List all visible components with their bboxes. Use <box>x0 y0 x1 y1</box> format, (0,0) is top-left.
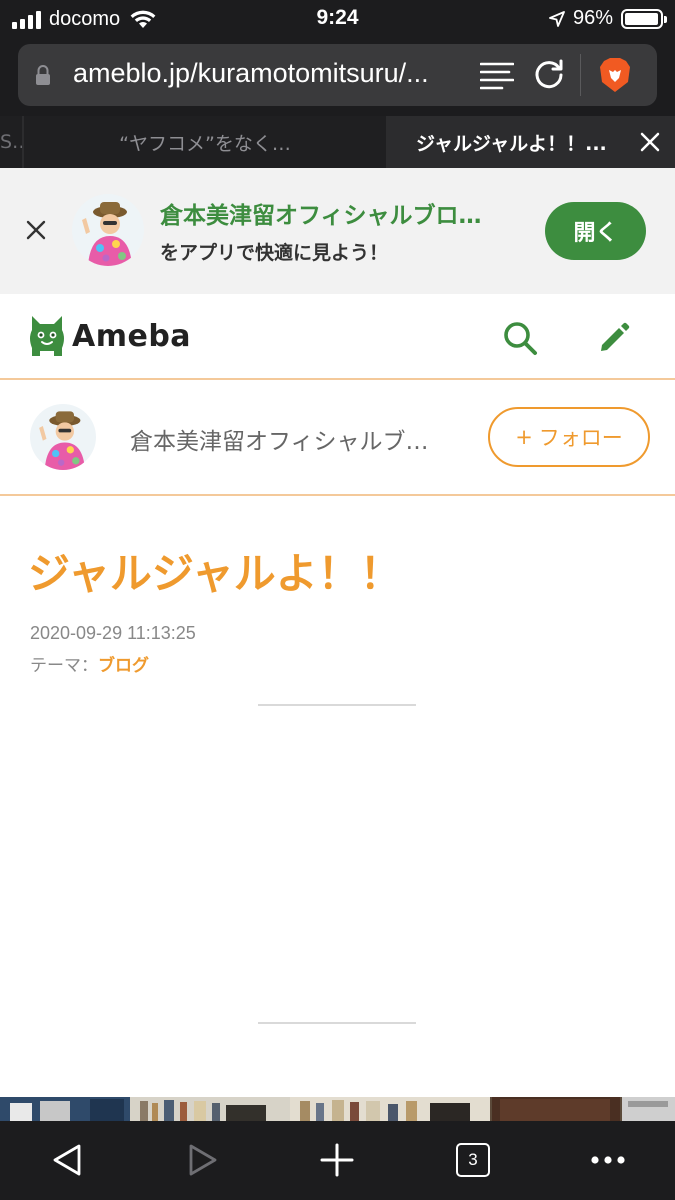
article-photo <box>0 1097 675 1121</box>
browser-toolbar: 3 <box>0 1121 675 1200</box>
blog-avatar <box>72 194 144 266</box>
status-right: 96% <box>549 7 667 30</box>
tab-item[interactable]: S… <box>0 116 22 168</box>
plus-icon: + <box>515 425 533 449</box>
battery-percent: 96% <box>572 7 613 29</box>
open-app-button[interactable]: 開く <box>545 202 646 260</box>
address-bar[interactable]: ameblo.jp/kuramotomitsuru/... <box>18 44 657 106</box>
close-icon[interactable] <box>26 220 46 240</box>
theme-label: テーマ： <box>30 656 98 676</box>
divider <box>258 704 416 706</box>
ameba-logo[interactable]: Ameba <box>28 314 191 358</box>
ameba-logo-icon <box>30 316 64 356</box>
article-theme: テーマ：ブログ <box>30 651 149 676</box>
app-install-banner: 倉本美津留オフィシャルブロ… をアプリで快適に見よう！ 開く <box>0 168 675 294</box>
blog-header: 倉本美津留オフィシャルブ… + フォロー <box>0 380 675 496</box>
follow-label: フォロー <box>538 426 623 450</box>
article-title: ジャルジャルよ！！ <box>28 549 402 598</box>
ameba-logo-text: Ameba <box>72 318 192 354</box>
divider <box>258 1022 416 1024</box>
pencil-icon[interactable] <box>598 322 630 354</box>
blog-name[interactable]: 倉本美津留オフィシャルブ… <box>130 422 460 456</box>
status-bar: docomo 9:24 96% <box>0 0 675 38</box>
lock-icon <box>36 65 50 85</box>
search-icon[interactable] <box>502 320 538 356</box>
theme-link[interactable]: ブログ <box>98 656 149 676</box>
banner-subtitle: をアプリで快適に見よう！ <box>160 242 389 264</box>
url-text[interactable]: ameblo.jp/kuramotomitsuru/... <box>73 58 478 89</box>
back-icon[interactable] <box>52 1143 82 1177</box>
ameba-header: Ameba <box>0 294 675 380</box>
brave-lion-icon[interactable] <box>598 56 632 94</box>
tab-item-active[interactable]: ジャルジャルよ！！... <box>388 116 675 168</box>
close-tab-icon[interactable] <box>640 132 660 152</box>
forward-icon[interactable] <box>188 1143 218 1177</box>
address-divider <box>580 54 581 96</box>
tab-item[interactable]: “ヤフコメ”をなく… <box>24 116 386 168</box>
follow-button[interactable]: + フォロー <box>488 407 650 467</box>
location-arrow-icon <box>549 10 565 27</box>
reader-mode-icon[interactable] <box>480 60 514 90</box>
tab-strip: S… “ヤフコメ”をなく… ジャルジャルよ！！... <box>0 116 675 168</box>
article-date: 2020-09-29 11:13:25 <box>30 623 196 643</box>
battery-fill <box>625 12 658 25</box>
battery-icon <box>621 8 667 29</box>
reload-icon[interactable] <box>532 58 566 92</box>
author-avatar[interactable] <box>30 404 96 470</box>
more-icon[interactable] <box>590 1155 626 1165</box>
tabs-icon[interactable]: 3 <box>456 1143 490 1177</box>
browser-address-area: ameblo.jp/kuramotomitsuru/... <box>0 38 675 116</box>
banner-title: 倉本美津留オフィシャルブロ… <box>160 203 482 229</box>
new-tab-icon[interactable] <box>320 1143 354 1177</box>
